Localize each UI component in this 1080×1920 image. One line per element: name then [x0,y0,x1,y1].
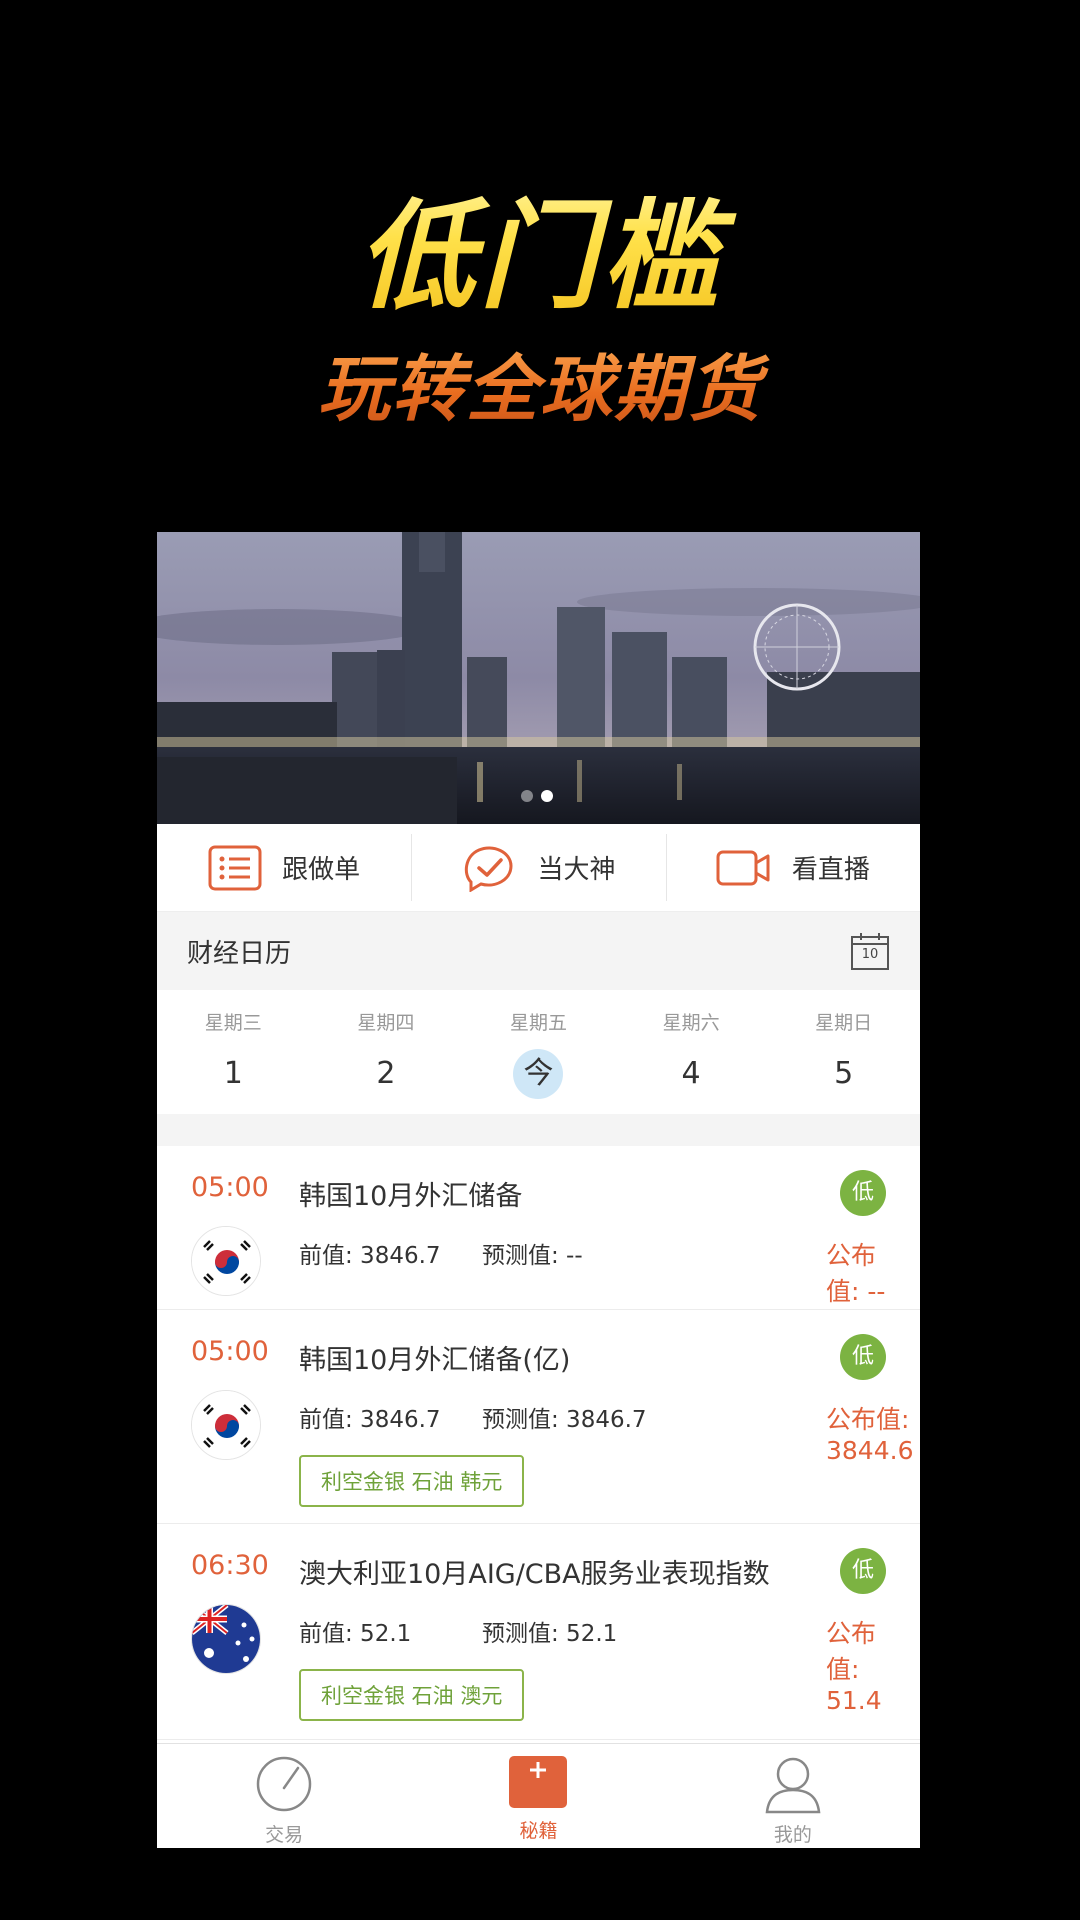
event-title: 澳大利亚10月AIG/CBA服务业表现指数 [299,1559,770,1590]
importance-badge: 低 [840,1334,886,1380]
day-cell[interactable]: 星期三 1 [157,990,310,1114]
quick-actions: 跟做单 当大神 看直播 [157,824,920,912]
day-number: 1 [223,1056,243,1091]
banner-city-night-image [157,532,920,824]
promo-subheadline: 玩转全球期货 [0,330,1080,435]
impact-tag: 利空金银 石油 澳元 [299,1669,525,1721]
calendar-header: 财经日历 10 [157,912,920,990]
forecast-value: 预测值: 3846.7 [482,1407,647,1433]
gauge-icon [256,1756,312,1812]
day-name: 星期四 [357,1012,415,1034]
impact-tag: 利空金银 石油 韩元 [299,1455,525,1507]
list-icon [208,845,262,890]
day-number: 2 [376,1056,396,1091]
previous-value: 前值: 3846.7 [299,1243,441,1269]
day-number: 5 [834,1056,854,1091]
follow-order-label: 跟做单 [282,855,361,885]
south-korea-flag-icon [191,1226,261,1296]
tab-me-label: 我的 [773,1824,812,1846]
screen: 低门槛 玩转全球期货 跟做单 当大神 看直播 财经日历 10 星期三 1 星期四… [0,0,1080,1920]
published-value: 公布值: 51.4 [826,1619,882,1715]
day-cell-today[interactable]: 星期五 今 [462,990,615,1114]
calendar-title: 财经日历 [187,938,292,969]
day-number: 4 [681,1056,701,1091]
event-item[interactable]: 05:00 韩国10月外汇储备 低 前值: 3846.7 预测值: -- 公布值… [157,1146,920,1310]
south-korea-flag-icon [191,1390,261,1460]
tab-secrets[interactable]: 秘籍 [411,1744,665,1848]
section-divider [157,1114,920,1146]
become-master-button[interactable]: 当大神 [411,824,665,911]
tab-secrets-label: 秘籍 [519,1820,558,1842]
event-title: 韩国10月外汇储备 [299,1181,523,1212]
event-values: 前值: 3846.7 预测值: 3846.7 公布值: 3844.6 [299,1400,913,1465]
day-name: 星期五 [509,1012,567,1034]
forecast-value: 预测值: -- [482,1243,583,1269]
forecast-value: 预测值: 52.1 [482,1621,618,1647]
carousel-dot-active[interactable] [541,790,553,802]
event-time: 05:00 [191,1336,269,1367]
week-strip: 星期三 1 星期四 2 星期五 今 星期六 4 星期日 5 [157,990,920,1114]
importance-badge: 低 [840,1170,886,1216]
event-item[interactable]: 05:00 韩国10月外汇储备(亿) 低 前值: 3846.7 预测值: 384… [157,1310,920,1524]
published-value: 公布值: -- [826,1241,886,1306]
become-master-label: 当大神 [537,855,616,885]
calendar-icon-day: 10 [861,947,879,962]
follow-order-button[interactable]: 跟做单 [157,824,411,911]
carousel-dots [521,790,553,802]
calendar-picker-button[interactable]: 10 [850,931,890,971]
event-time: 05:00 [191,1172,269,1203]
day-number-today: 今 [513,1049,564,1099]
event-list: 05:00 韩国10月外汇储备 低 前值: 3846.7 预测值: -- 公布值… [157,1146,920,1740]
day-cell[interactable]: 星期四 2 [310,990,463,1114]
previous-value: 前值: 3846.7 [299,1407,441,1433]
user-icon [765,1757,821,1814]
event-values: 前值: 52.1 预测值: 52.1 公布值: 51.4 [299,1614,889,1715]
day-cell[interactable]: 星期六 4 [615,990,768,1114]
book-plus-icon [509,1756,568,1808]
published-value: 公布值: 3844.6 [826,1405,914,1465]
promo-headline: 低门槛 [0,160,1080,331]
event-time: 06:30 [191,1550,269,1581]
day-cell[interactable]: 星期日 5 [767,990,920,1114]
watch-live-label: 看直播 [791,855,870,885]
importance-badge: 低 [840,1548,886,1594]
video-camera-icon [716,850,770,885]
carousel-dot[interactable] [521,790,533,802]
previous-value: 前值: 52.1 [299,1621,412,1647]
check-badge-icon [465,846,513,892]
tab-trade[interactable]: 交易 [157,1744,411,1848]
bottom-tab-bar: 交易 秘籍 我的 [157,1743,920,1848]
australia-flag-icon [191,1604,261,1674]
app-screen: 跟做单 当大神 看直播 财经日历 10 星期三 1 星期四 2 星期五 今 星期… [157,532,920,1848]
tab-trade-label: 交易 [265,1824,304,1846]
day-name: 星期三 [204,1012,262,1034]
event-title: 韩国10月外汇储备(亿) [299,1345,571,1376]
day-name: 星期日 [815,1012,873,1034]
event-item[interactable]: 06:30 澳大利亚10月AIG/CBA服务业表现指数 低 前值: 52.1 预… [157,1524,920,1740]
event-values: 前值: 3846.7 预测值: -- 公布值: -- [299,1236,889,1306]
day-name: 星期六 [662,1012,720,1034]
banner-carousel[interactable] [157,532,920,824]
tab-me[interactable]: 我的 [666,1744,920,1848]
watch-live-button[interactable]: 看直播 [665,824,920,911]
